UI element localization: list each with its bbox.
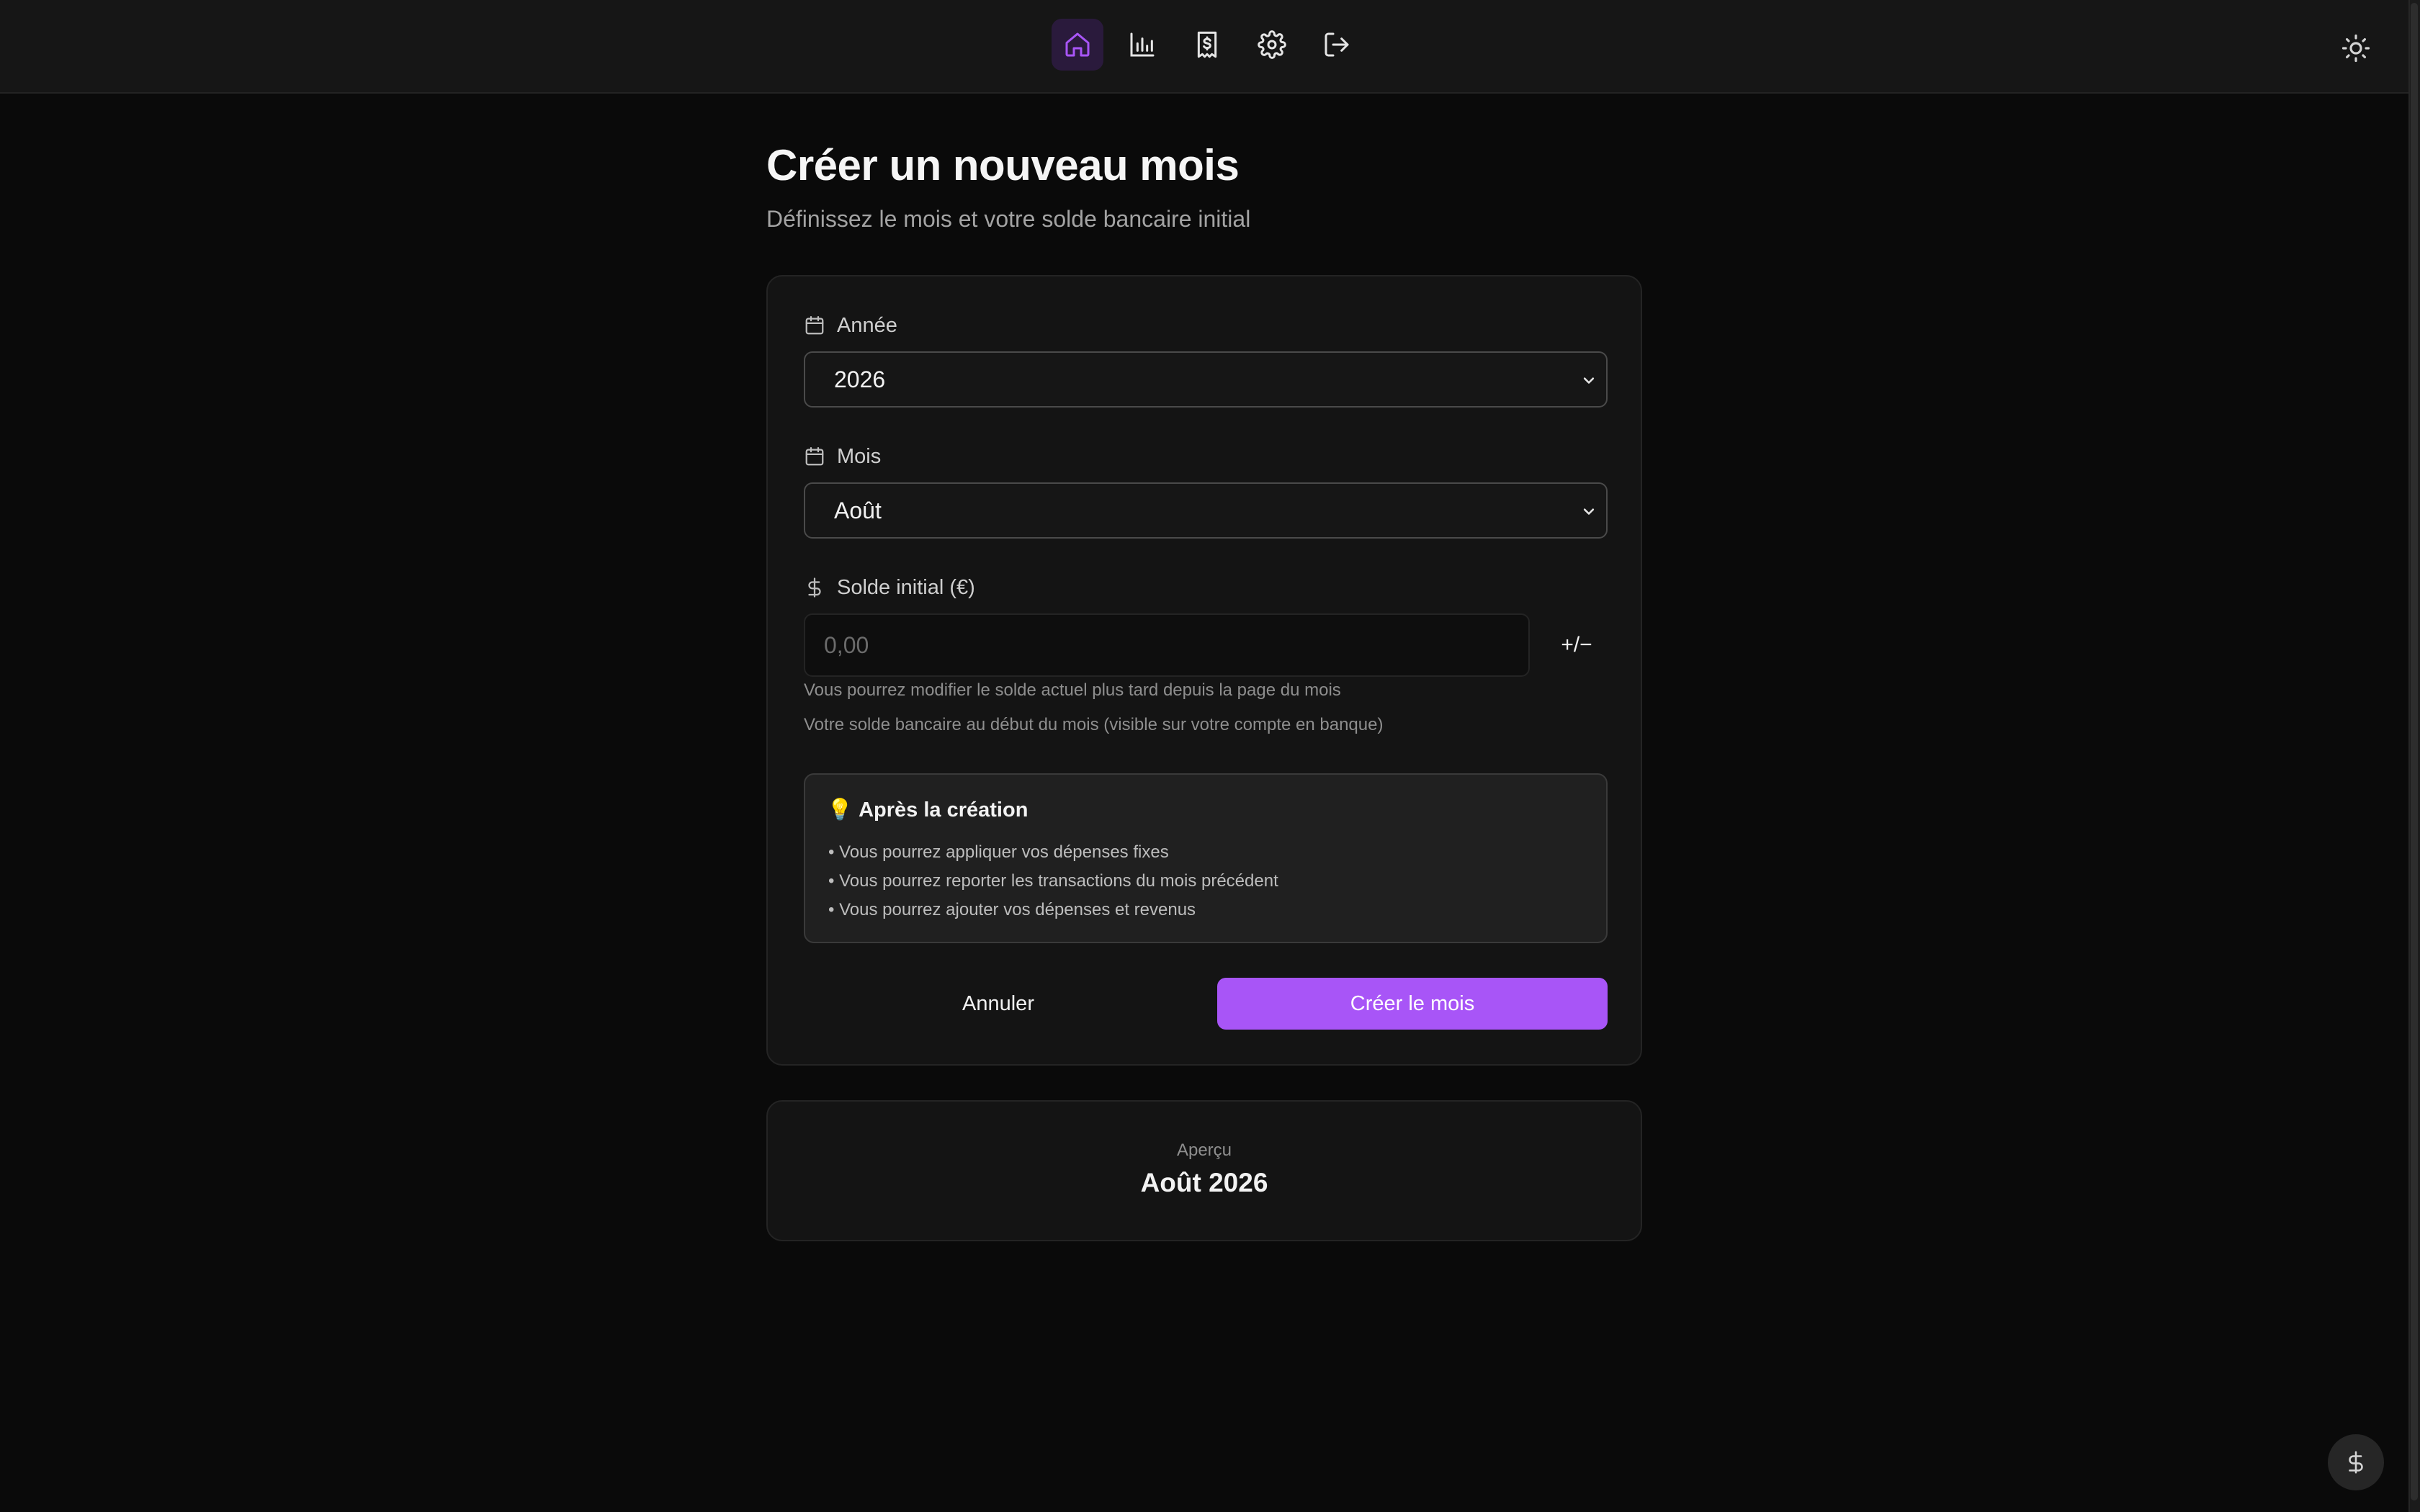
nav-home[interactable] [1052, 19, 1103, 71]
year-field-label: Année [804, 311, 897, 340]
scrollbar-thumb[interactable] [2411, 3, 2418, 1500]
calendar-icon [805, 447, 824, 466]
create-month-form: Année 2026 Mois Août Solde initial (€) 0… [766, 275, 1642, 1066]
logout-icon [1325, 32, 1349, 57]
balance-field-label: Solde initial (€) [804, 573, 975, 602]
list-item: Vous pourrez reporter les transactions d… [828, 867, 1278, 896]
month-select[interactable]: Août [804, 482, 1608, 539]
gear-icon [1258, 30, 1286, 59]
calendar-icon [805, 316, 824, 335]
nav-logout[interactable] [1311, 19, 1363, 71]
year-select[interactable]: 2026 [804, 351, 1608, 408]
top-navigation-bar [0, 0, 2408, 94]
info-box-title-text: Après la création [859, 798, 1028, 822]
preview-label: Aperçu [1176, 1140, 1232, 1160]
month-label-text: Mois [837, 444, 882, 468]
month-field-label: Mois [804, 442, 881, 471]
page-title: Créer un nouveau mois [766, 141, 1240, 189]
list-item: Vous pourrez ajouter vos dépenses et rev… [828, 896, 1278, 924]
theme-toggle-button[interactable] [2339, 32, 2372, 65]
month-preview-card: Aperçu Août 2026 [766, 1100, 1642, 1241]
initial-balance-placeholder: 0,00 [824, 631, 869, 658]
initial-balance-input[interactable]: 0,00 [804, 613, 1530, 677]
after-creation-info-box: 💡 Après la création Vous pourrez appliqu… [804, 773, 1608, 943]
sun-icon [2341, 34, 2370, 63]
page-subtitle: Définissez le mois et votre solde bancai… [766, 206, 1251, 232]
year-label-text: Année [837, 313, 897, 337]
receipt-dollar-icon [1197, 31, 1217, 58]
info-box-title: 💡 Après la création [827, 798, 1028, 822]
nav-settings[interactable] [1246, 19, 1298, 71]
month-select-value: Août [834, 497, 882, 523]
sign-toggle-button[interactable]: +/− [1546, 624, 1608, 667]
main-nav [1052, 19, 1363, 72]
list-item: Vous pourrez appliquer vos dépenses fixe… [828, 838, 1278, 867]
create-month-button[interactable]: Créer le mois [1217, 978, 1608, 1030]
cancel-button[interactable]: Annuler [804, 978, 1193, 1030]
nav-transactions[interactable] [1181, 19, 1233, 71]
chevron-down-icon [1583, 508, 1595, 515]
info-box-list: Vous pourrez appliquer vos dépenses fixe… [828, 838, 1278, 924]
home-icon [1065, 32, 1090, 57]
year-select-value: 2026 [834, 366, 886, 392]
dollar-icon [808, 577, 821, 598]
balance-label-text: Solde initial (€) [837, 575, 975, 599]
balance-help-text: Vous pourrez modifier le solde actuel pl… [804, 680, 1341, 700]
page-header: Créer un nouveau mois Définissez le mois… [766, 137, 1642, 233]
lightbulb-icon: 💡 [827, 798, 853, 822]
quick-transaction-button[interactable] [2328, 1434, 2384, 1490]
dollar-icon [2349, 1451, 2363, 1474]
chevron-down-icon [1583, 377, 1595, 384]
nav-statistics[interactable] [1116, 19, 1168, 71]
preview-value: Août 2026 [1140, 1168, 1268, 1197]
bar-chart-icon [1130, 32, 1155, 57]
balance-description-text: Votre solde bancaire au début du mois (v… [804, 715, 1384, 734]
